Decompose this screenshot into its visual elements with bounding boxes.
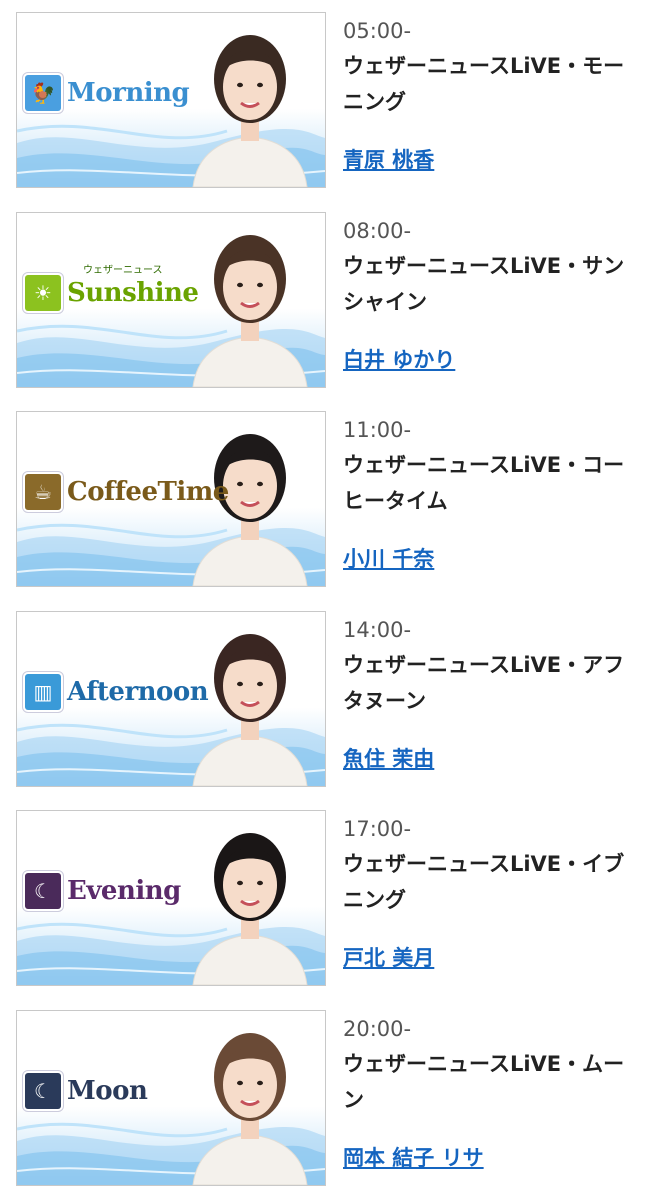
- program-row: 🐓 Morning 05:00- ウェザーニュースLiVE・モー ニング青原 桃香: [0, 12, 669, 188]
- program-logo: ☾ Evening: [25, 873, 181, 910]
- program-logo-text: Afternoon: [67, 676, 209, 707]
- program-logo-text: Evening: [67, 876, 181, 907]
- city-night-icon: ☾: [25, 873, 61, 910]
- program-logo-text: Morning: [67, 78, 190, 108]
- program-title: ウェザーニュースLiVE・イブ ニング: [343, 852, 625, 913]
- program-row: ☀ Sunshine ウェザーニュース 08:00- ウェザーニュースLiVE・サン シャ…: [0, 211, 669, 388]
- program-logo-text: Sunshine: [67, 277, 199, 308]
- caster-name-link[interactable]: 小川 千奈: [343, 543, 434, 573]
- program-thumbnail[interactable]: ☕ CoffeeTime: [16, 411, 326, 588]
- program-row: ☕ CoffeeTime 11:00- ウェザーニュースLiVE・コー ヒータイム小川 …: [0, 411, 669, 588]
- caster-photo: [192, 35, 308, 187]
- program-time: 20:00-: [343, 1017, 412, 1041]
- program-logo-text: Moon: [67, 1076, 148, 1106]
- building-icon: ▥: [25, 673, 61, 710]
- program-list: 🐓 Morning 05:00- ウェザーニュースLiVE・モー ニング青原 桃香: [0, 0, 669, 1200]
- program-title: ウェザーニュースLiVE・ムーン: [343, 1052, 625, 1112]
- caster-photo: [192, 833, 308, 986]
- program-logo: ☀ Sunshine ウェザーニュース: [25, 265, 199, 311]
- program-info: 14:00- ウェザーニュースLiVE・アフ タヌーン魚住 茉由: [343, 615, 653, 771]
- program-info: 20:00- ウェザーニュースLiVE・ムーン岡本 結子 リサ: [343, 1014, 653, 1170]
- coffee-cup-icon: ☕: [25, 474, 61, 511]
- caster-photo: [192, 1033, 308, 1185]
- program-thumbnail[interactable]: 🐓 Morning: [16, 12, 326, 188]
- program-thumbnail[interactable]: ☾ Moon: [16, 1010, 326, 1186]
- program-thumbnail[interactable]: ☾ Evening: [16, 810, 326, 987]
- caster-name-link[interactable]: 岡本 結子 リサ: [343, 1142, 484, 1172]
- program-logo: 🐓 Morning: [25, 75, 190, 111]
- caster-name-link[interactable]: 青原 桃香: [343, 144, 434, 174]
- caster-name-link[interactable]: 魚住 茉由: [343, 743, 434, 773]
- program-logo: ☾ Moon: [25, 1073, 148, 1109]
- program-time: 11:00-: [343, 418, 412, 443]
- program-row: ☾ Moon 20:00- ウェザーニュースLiVE・ムーン岡本 結子 リサ: [0, 1010, 669, 1186]
- program-info: 05:00- ウェザーニュースLiVE・モー ニング青原 桃香: [343, 16, 653, 172]
- program-logo-subtitle: ウェザーニュース: [83, 264, 163, 276]
- program-thumbnail[interactable]: ☀ Sunshine ウェザーニュース: [16, 211, 326, 388]
- program-time: 05:00-: [343, 19, 412, 43]
- program-info: 17:00- ウェザーニュースLiVE・イブ ニング戸北 美月: [343, 814, 653, 970]
- program-title: ウェザーニュースLiVE・サン シャイン: [343, 253, 625, 314]
- program-thumbnail[interactable]: ▥ Afternoon: [16, 610, 326, 787]
- program-title: ウェザーニュースLiVE・モー ニング: [343, 54, 625, 114]
- program-info: 08:00- ウェザーニュースLiVE・サン シャイン白井 ゆかり: [343, 216, 653, 372]
- program-time: 17:00-: [343, 817, 412, 842]
- program-time: 14:00-: [343, 617, 412, 642]
- program-logo: ☕ CoffeeTime: [25, 474, 229, 511]
- program-time: 08:00-: [343, 218, 412, 243]
- program-row: ▥ Afternoon 14:00- ウェザーニュースLiVE・アフ タヌーン魚住 茉由: [0, 610, 669, 787]
- program-logo-text: CoffeeTime: [67, 477, 229, 508]
- crescent-moon-icon: ☾: [25, 1073, 61, 1109]
- program-title: ウェザーニュースLiVE・コー ヒータイム: [343, 453, 625, 514]
- program-logo: ▥ Afternoon: [25, 673, 209, 710]
- program-title: ウェザーニュースLiVE・アフ タヌーン: [343, 652, 625, 713]
- caster-name-link[interactable]: 白井 ゆかり: [343, 344, 455, 374]
- rooster-icon: 🐓: [25, 75, 61, 111]
- sun-tree-icon: ☀: [25, 274, 61, 311]
- caster-name-link[interactable]: 戸北 美月: [343, 942, 434, 972]
- program-info: 11:00- ウェザーニュースLiVE・コー ヒータイム小川 千奈: [343, 415, 653, 571]
- program-row: ☾ Evening 17:00- ウェザーニュースLiVE・イブ ニング戸北 美月: [0, 810, 669, 987]
